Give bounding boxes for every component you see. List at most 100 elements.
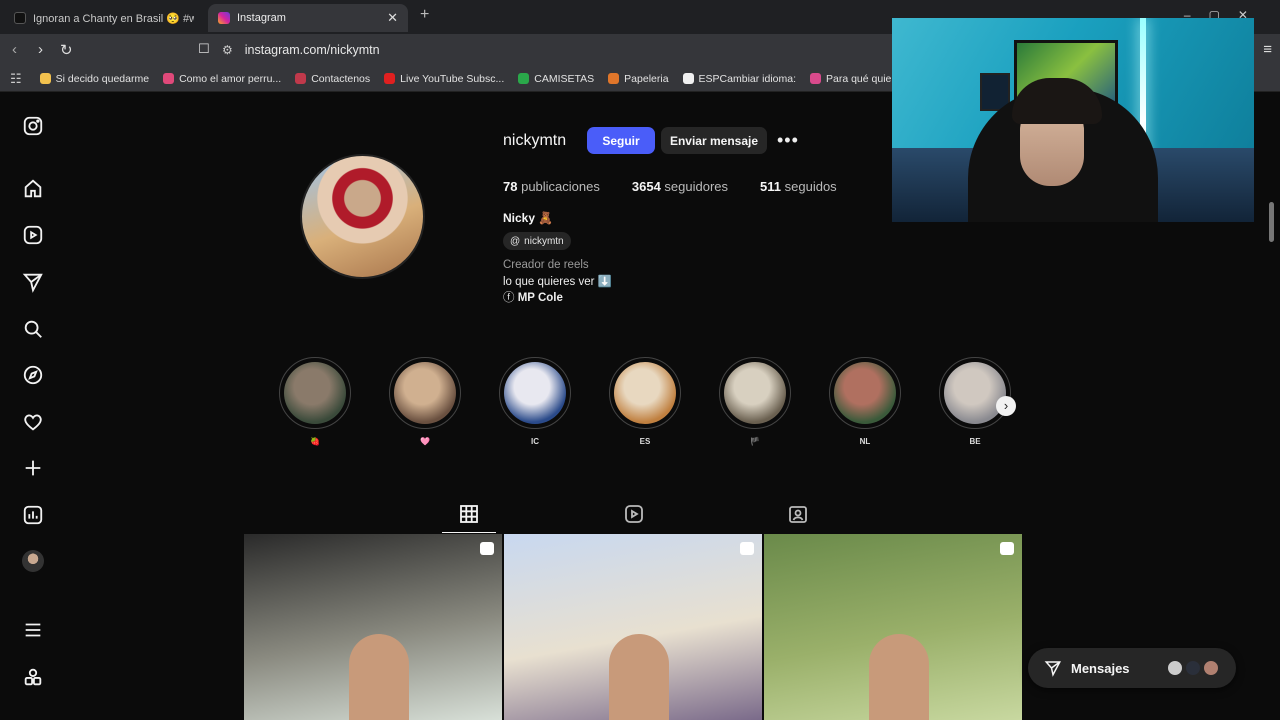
highlight-label: 🍓 xyxy=(310,437,320,446)
story-highlight[interactable]: ES xyxy=(609,357,681,446)
avatar xyxy=(1166,659,1184,677)
post-tile[interactable] xyxy=(764,534,1022,720)
menu-icon[interactable]: ≡ xyxy=(1263,41,1272,58)
url-text: instagram.com/nickymtn xyxy=(244,43,380,57)
highlight-cover xyxy=(504,362,566,424)
url-field[interactable]: ⚙ instagram.com/nickymtn xyxy=(222,38,882,62)
bookmark-favicon-icon xyxy=(608,73,620,84)
back-icon[interactable]: ‹ xyxy=(12,41,17,58)
profile-full-name: Nicky 🧸 xyxy=(503,211,554,225)
apps-icon[interactable]: ☷ xyxy=(10,71,22,87)
heart-icon[interactable] xyxy=(21,410,45,434)
bookmark-label: CAMISETAS xyxy=(534,72,595,85)
highlight-ring xyxy=(279,357,351,429)
create-icon[interactable] xyxy=(21,456,45,480)
threads-icon: @ xyxy=(510,235,521,247)
threads-badge[interactable]: @ nickymtn xyxy=(503,232,571,250)
profile-avatar[interactable] xyxy=(21,549,45,573)
send-message-button[interactable]: Enviar mensaje xyxy=(661,127,767,154)
highlights-next-icon[interactable]: › xyxy=(996,396,1016,416)
highlight-label: 🩷 xyxy=(420,437,430,446)
post-tile[interactable] xyxy=(504,534,762,720)
tiktok-icon xyxy=(14,12,26,24)
bookmark-label: ESPCambiar idioma: xyxy=(698,72,796,85)
carousel-badge-icon xyxy=(1000,542,1014,555)
reload-icon[interactable]: ↻ xyxy=(60,41,73,59)
bio-text: lo que quieres ver ⬇️ xyxy=(503,276,612,288)
highlight-cover xyxy=(944,362,1006,424)
tagged-tab-icon[interactable] xyxy=(788,504,808,524)
story-highlight[interactable]: 🍓 xyxy=(279,357,351,446)
active-tab-indicator xyxy=(442,532,496,533)
avatar xyxy=(1184,659,1202,677)
tab-title: Ignoran a Chanty en Brasil 🥺 #west xyxy=(33,12,194,25)
highlight-cover xyxy=(394,362,456,424)
bookmark-item[interactable]: Contactenos xyxy=(295,73,370,85)
follow-button[interactable]: Seguir xyxy=(587,127,655,154)
bio-link[interactable]: ⓕ MP Cole xyxy=(503,289,563,305)
story-highlight[interactable]: NL xyxy=(829,357,901,446)
close-tab-icon[interactable]: ✕ xyxy=(387,10,398,26)
following-stat[interactable]: 511 seguidos xyxy=(760,179,837,194)
browser-tab[interactable]: Ignoran a Chanty en Brasil 🥺 #west xyxy=(4,4,204,32)
post-subject xyxy=(869,634,929,720)
tab-title: Instagram xyxy=(237,12,286,24)
instagram-logo-icon[interactable] xyxy=(21,114,45,138)
explore-icon[interactable] xyxy=(21,363,45,387)
post-subject xyxy=(609,634,669,720)
followers-stat[interactable]: 3654 seguidores xyxy=(632,179,728,194)
bookmark-icon[interactable]: ☐ xyxy=(198,41,210,57)
highlight-cover xyxy=(724,362,786,424)
bookmark-item[interactable]: ESPCambiar idioma: xyxy=(682,72,796,85)
bookmark-label: Si decido quedarme xyxy=(55,72,150,85)
direct-icon[interactable] xyxy=(21,270,45,294)
post-tile[interactable] xyxy=(244,534,502,720)
bookmark-item[interactable]: Como el amor perru... xyxy=(163,73,281,85)
highlight-ring xyxy=(389,357,461,429)
bookmark-favicon-icon xyxy=(39,73,51,84)
browser-tab-active[interactable]: Instagram ✕ xyxy=(208,4,408,32)
highlight-cover xyxy=(834,362,896,424)
bookmark-item[interactable]: CAMISETAS xyxy=(518,73,594,85)
site-settings-icon[interactable]: ⚙ xyxy=(222,43,233,57)
bookmark-favicon-icon xyxy=(518,73,530,84)
highlight-label: NL xyxy=(859,437,871,446)
bookmark-item[interactable]: Papeleria xyxy=(608,73,669,85)
facebook-icon: ⓕ xyxy=(503,292,518,304)
highlight-ring xyxy=(829,357,901,429)
highlight-ring xyxy=(719,357,791,429)
forward-icon[interactable]: › xyxy=(38,41,43,58)
story-highlight[interactable]: IC xyxy=(499,357,571,446)
instagram-icon xyxy=(218,12,230,24)
story-highlight[interactable]: 🏴 xyxy=(719,357,791,446)
home-icon[interactable] xyxy=(21,177,45,201)
more-options-icon[interactable]: ••• xyxy=(777,130,799,151)
profile-picture[interactable] xyxy=(300,154,425,279)
new-tab-button[interactable]: + xyxy=(420,6,429,24)
highlight-label: 🏴 xyxy=(750,437,760,446)
bookmark-item[interactable]: Si decido quedarme xyxy=(39,72,150,85)
reels-tab-icon[interactable] xyxy=(624,504,644,524)
bookmark-favicon-icon xyxy=(810,73,821,84)
bookmark-favicon-icon xyxy=(163,73,175,84)
reels-icon[interactable] xyxy=(21,223,45,247)
search-icon[interactable] xyxy=(21,317,45,341)
bookmark-label: Live YouTube Subsc... xyxy=(400,72,505,85)
bookmark-label: Como el amor perru... xyxy=(179,72,282,85)
side-navigation xyxy=(0,92,66,720)
dashboard-icon[interactable] xyxy=(21,503,45,527)
highlight-label: ES xyxy=(639,437,651,446)
bookmark-favicon-icon xyxy=(295,73,307,84)
reel-badge-icon xyxy=(740,542,754,555)
direct-icon xyxy=(1044,661,1061,677)
posts-grid-tab-icon[interactable] xyxy=(459,504,479,524)
also-from-meta-icon[interactable] xyxy=(21,665,45,689)
more-menu-icon[interactable] xyxy=(21,618,45,642)
messages-button[interactable]: Mensajes xyxy=(1028,648,1236,688)
bookmark-item[interactable]: Live YouTube Subsc... xyxy=(384,73,504,85)
messages-label: Mensajes xyxy=(1071,660,1130,676)
avatar xyxy=(1202,659,1220,677)
posts-stat: 78 publicaciones xyxy=(503,179,600,194)
page-scrollbar[interactable] xyxy=(1269,202,1274,242)
story-highlight[interactable]: 🩷 xyxy=(389,357,461,446)
